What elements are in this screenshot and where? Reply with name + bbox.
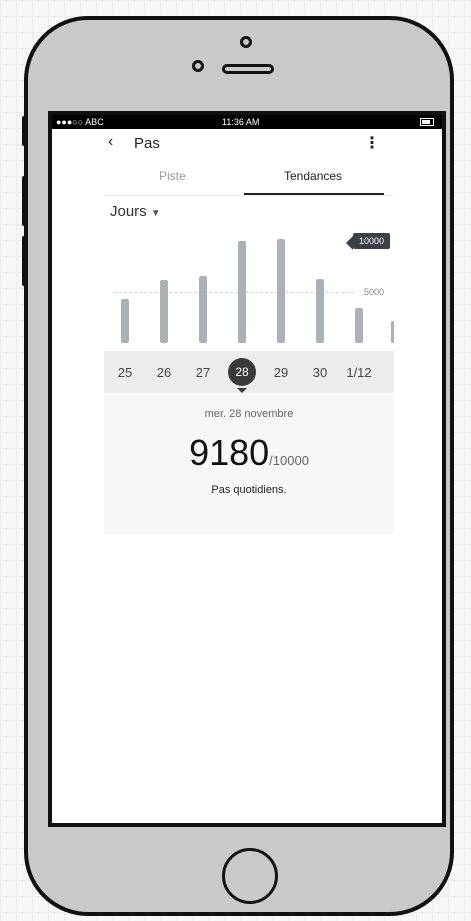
volume-down-button xyxy=(22,236,28,286)
chart-bar-26 xyxy=(160,280,168,343)
chart-bar-28 xyxy=(238,241,246,343)
day-detail: mer. 28 novembre 9180/10000 Pas quotidie… xyxy=(104,394,394,534)
volume-up-button xyxy=(22,176,28,226)
steps-app: ‹ Pas ⋮ Piste Tendances Jours ▼ 10000 500… xyxy=(104,129,394,543)
step-goal: /10000 xyxy=(269,453,309,468)
step-caption: Pas quotidiens. xyxy=(211,484,287,496)
reference-label: 5000 xyxy=(363,287,384,297)
chart-bar-1-12 xyxy=(355,308,363,343)
chart-bar-30 xyxy=(316,279,324,343)
active-tab-indicator xyxy=(244,193,384,195)
day-28[interactable]: 28 xyxy=(228,358,256,393)
goal-badge: 10000 xyxy=(345,233,390,250)
home-button[interactable] xyxy=(222,848,278,904)
more-menu-icon[interactable]: ⋮ xyxy=(364,133,380,153)
day-26[interactable]: 26 xyxy=(148,365,180,380)
mute-switch xyxy=(22,116,28,146)
app-header: ‹ Pas ⋮ xyxy=(104,129,394,159)
page-title: Pas xyxy=(134,135,160,152)
chart-bar-partial xyxy=(391,321,394,343)
selected-date: mer. 28 novembre xyxy=(204,408,294,420)
period-dropdown[interactable]: Jours ▼ xyxy=(110,203,161,220)
back-icon[interactable]: ‹ xyxy=(108,133,113,151)
sensor-icon xyxy=(240,36,252,48)
day-27[interactable]: 27 xyxy=(187,365,219,380)
day-selector: 25 26 27 28 29 30 1/12 xyxy=(104,351,394,393)
chart-bar-27 xyxy=(199,276,207,343)
chart-bar-25 xyxy=(121,299,129,343)
step-count: 9180/10000 xyxy=(104,432,394,474)
chart-bar-29 xyxy=(277,239,285,343)
day-1-12[interactable]: 1/12 xyxy=(343,365,375,380)
screen: ●●●○○ ABC 11:36 AM ‹ Pas ⋮ Piste Tendanc… xyxy=(48,111,446,827)
day-30[interactable]: 30 xyxy=(304,365,336,380)
dropdown-arrow-icon: ▼ xyxy=(150,208,161,219)
period-label: Jours xyxy=(110,203,147,220)
step-count-value: 9180 xyxy=(189,432,270,473)
clock: 11:36 AM xyxy=(222,117,260,127)
tab-piste[interactable]: Piste xyxy=(159,169,186,183)
day-29[interactable]: 29 xyxy=(265,365,297,380)
speaker-icon xyxy=(222,64,274,74)
status-bar: ●●●○○ ABC 11:36 AM xyxy=(52,115,442,129)
battery-icon xyxy=(420,118,434,126)
tab-bar: Piste Tendances xyxy=(104,161,394,196)
day-25[interactable]: 25 xyxy=(109,365,141,380)
steps-bar-chart: 10000 5000 xyxy=(104,221,394,346)
tab-tendances[interactable]: Tendances xyxy=(284,169,342,183)
camera-icon xyxy=(192,60,204,72)
carrier-label: ●●●○○ ABC xyxy=(56,117,104,127)
